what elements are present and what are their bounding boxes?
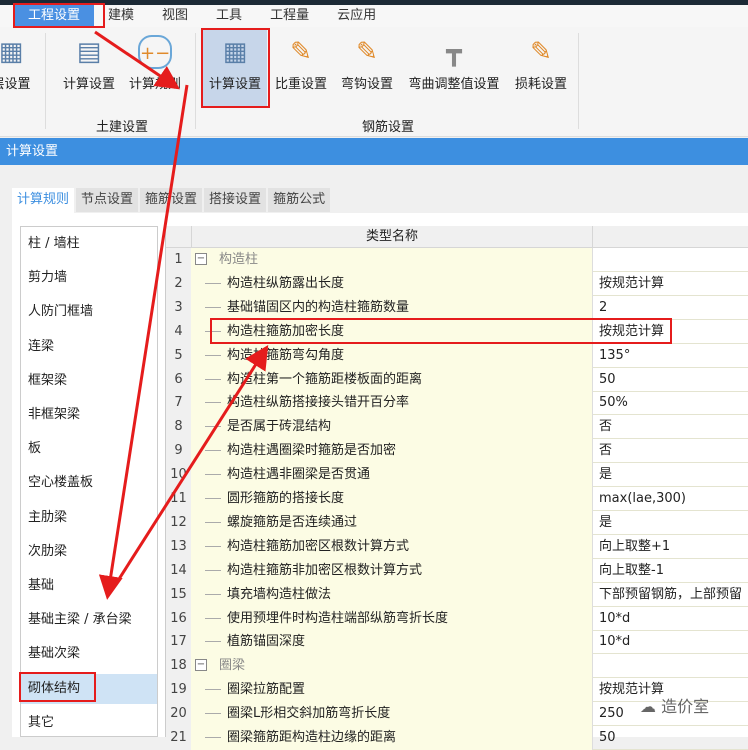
arrow xyxy=(110,344,269,591)
watermark: ☁ 造价室 xyxy=(640,697,710,716)
annotation-arrows xyxy=(94,30,269,600)
arrow xyxy=(94,30,180,90)
arrow xyxy=(98,84,189,600)
tree-line xyxy=(205,737,221,738)
watermark-text: 造价室 xyxy=(661,697,710,716)
